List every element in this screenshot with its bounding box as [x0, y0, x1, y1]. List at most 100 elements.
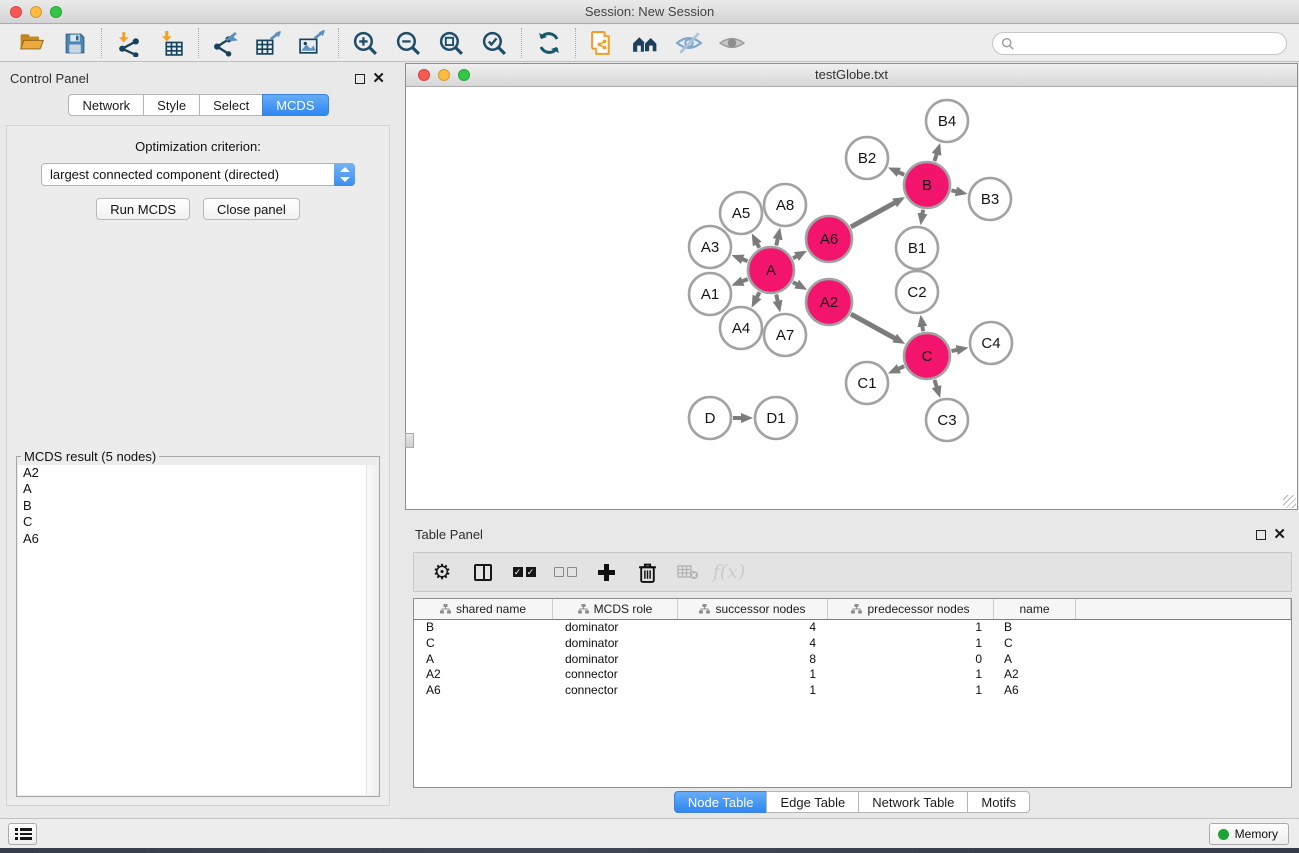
result-list-item[interactable]: A6	[18, 531, 378, 547]
tab-select[interactable]: Select	[199, 94, 263, 116]
result-list-item[interactable]: A	[18, 481, 378, 497]
node-A[interactable]: A	[748, 247, 794, 293]
edge-C-C4[interactable]	[951, 350, 958, 351]
table-row[interactable]: A2connector11A2	[414, 667, 1291, 683]
node-table[interactable]: shared nameMCDS rolesuccessor nodesprede…	[413, 598, 1292, 788]
edge-A-A3[interactable]	[741, 259, 748, 262]
delete-column-button[interactable]	[635, 562, 659, 583]
edge-A6-B[interactable]	[851, 202, 896, 227]
save-session-button[interactable]	[53, 27, 96, 59]
node-A6[interactable]: A6	[806, 216, 852, 262]
close-table-panel-icon[interactable]: ✕	[1273, 525, 1286, 543]
add-column-button[interactable]	[594, 564, 618, 581]
edge-B-B2[interactable]	[897, 172, 904, 175]
node-A5[interactable]: A5	[720, 192, 762, 234]
export-network-button[interactable]	[204, 27, 247, 59]
open-session-button[interactable]	[10, 27, 53, 59]
node-B2[interactable]: B2	[846, 137, 888, 179]
node-C1[interactable]: C1	[846, 362, 888, 404]
tab-edge-table[interactable]: Edge Table	[766, 791, 859, 813]
node-C2[interactable]: C2	[896, 271, 938, 313]
column-header-successor-nodes[interactable]: successor nodes	[678, 599, 828, 619]
node-B[interactable]: B	[904, 162, 950, 208]
column-header-predecessor-nodes[interactable]: predecessor nodes	[828, 599, 994, 619]
delete-table-button[interactable]	[676, 564, 700, 580]
node-B4[interactable]: B4	[926, 100, 968, 142]
node-A2[interactable]: A2	[806, 279, 852, 325]
edge-A2-C[interactable]	[851, 314, 896, 339]
float-table-panel-icon[interactable]	[1256, 530, 1266, 540]
edge-A-A2[interactable]	[793, 282, 798, 285]
node-A3[interactable]: A3	[689, 226, 731, 268]
column-header-MCDS-role[interactable]: MCDS role	[553, 599, 678, 619]
network-zoom-button[interactable]	[458, 69, 470, 81]
node-C4[interactable]: C4	[970, 322, 1012, 364]
table-row[interactable]: Adominator80A	[414, 652, 1291, 668]
memory-button[interactable]: Memory	[1209, 823, 1289, 845]
node-A7[interactable]: A7	[764, 314, 806, 356]
network-file-button[interactable]	[581, 27, 624, 59]
search-input[interactable]	[1015, 35, 1286, 53]
tab-mcds[interactable]: MCDS	[262, 94, 328, 116]
birdseye-grip[interactable]	[405, 433, 414, 448]
resize-grip-icon[interactable]	[1283, 495, 1296, 508]
home-button[interactable]	[624, 27, 667, 59]
tab-motifs[interactable]: Motifs	[967, 791, 1030, 813]
node-A8[interactable]: A8	[764, 184, 806, 226]
result-list-item[interactable]: C	[18, 514, 378, 530]
criterion-select[interactable]: largest connected component (directed)	[41, 163, 355, 186]
import-network-button[interactable]	[107, 27, 150, 59]
table-row[interactable]: A6connector11A6	[414, 683, 1291, 699]
edge-B-B4[interactable]	[934, 152, 937, 161]
tab-node-table[interactable]: Node Table	[674, 791, 768, 813]
float-panel-icon[interactable]	[355, 74, 365, 84]
close-window-button[interactable]	[10, 6, 22, 18]
hide-all-columns-button[interactable]	[553, 567, 577, 577]
table-row[interactable]: Cdominator41C	[414, 636, 1291, 652]
edge-A-A4[interactable]	[756, 292, 759, 298]
close-panel-icon[interactable]: ✕	[372, 69, 385, 87]
zoom-out-button[interactable]	[387, 27, 430, 59]
table-row[interactable]: Bdominator41B	[414, 620, 1291, 636]
tab-network[interactable]: Network	[68, 94, 144, 116]
hide-graphics-button[interactable]	[667, 27, 710, 59]
show-all-columns-button[interactable]: ✓✓	[512, 567, 536, 577]
show-graphics-button[interactable]	[710, 27, 753, 59]
edge-A-A1[interactable]	[741, 279, 748, 282]
result-list-scrollbar[interactable]	[366, 465, 378, 795]
close-panel-button[interactable]: Close panel	[203, 198, 300, 220]
column-header-shared-name[interactable]: shared name	[414, 599, 553, 619]
table-settings-button[interactable]: ⚙	[430, 561, 454, 583]
tab-network-table[interactable]: Network Table	[858, 791, 968, 813]
edge-A-A6[interactable]	[793, 255, 798, 258]
zoom-fit-button[interactable]	[430, 27, 473, 59]
result-list-item[interactable]: A2	[18, 465, 378, 481]
refresh-view-button[interactable]	[527, 27, 570, 59]
export-image-button[interactable]	[290, 27, 333, 59]
edge-C-C3[interactable]	[934, 380, 937, 389]
import-table-button[interactable]	[150, 27, 193, 59]
minimize-window-button[interactable]	[30, 6, 42, 18]
export-table-button[interactable]	[247, 27, 290, 59]
zoom-in-button[interactable]	[344, 27, 387, 59]
node-D[interactable]: D	[689, 397, 731, 439]
edge-B-B3[interactable]	[951, 190, 957, 191]
node-C[interactable]: C	[904, 333, 950, 379]
edge-C-C2[interactable]	[922, 325, 923, 332]
zoom-selected-button[interactable]	[473, 27, 516, 59]
network-canvas[interactable]: B4B2BB3A5A8A6B1A3AC2A1A2A4A7C4CC1C3DD1	[406, 88, 1297, 509]
tab-style[interactable]: Style	[143, 94, 200, 116]
network-graph[interactable]: B4B2BB3A5A8A6B1A3AC2A1A2A4A7C4CC1C3DD1	[406, 88, 1297, 510]
column-header-name[interactable]: name	[994, 599, 1076, 619]
mcds-result-list[interactable]: A2ABCA6	[18, 465, 378, 795]
result-list-item[interactable]: B	[18, 498, 378, 514]
edge-A-A8[interactable]	[776, 237, 778, 245]
zoom-window-button[interactable]	[50, 6, 62, 18]
node-B3[interactable]: B3	[969, 178, 1011, 220]
edge-A-A7[interactable]	[776, 294, 778, 302]
search-field[interactable]	[992, 32, 1287, 55]
edge-A-A5[interactable]	[756, 242, 759, 248]
node-A4[interactable]: A4	[720, 307, 762, 349]
task-history-button[interactable]	[8, 823, 37, 845]
function-builder-button[interactable]: f(x)	[717, 561, 741, 583]
